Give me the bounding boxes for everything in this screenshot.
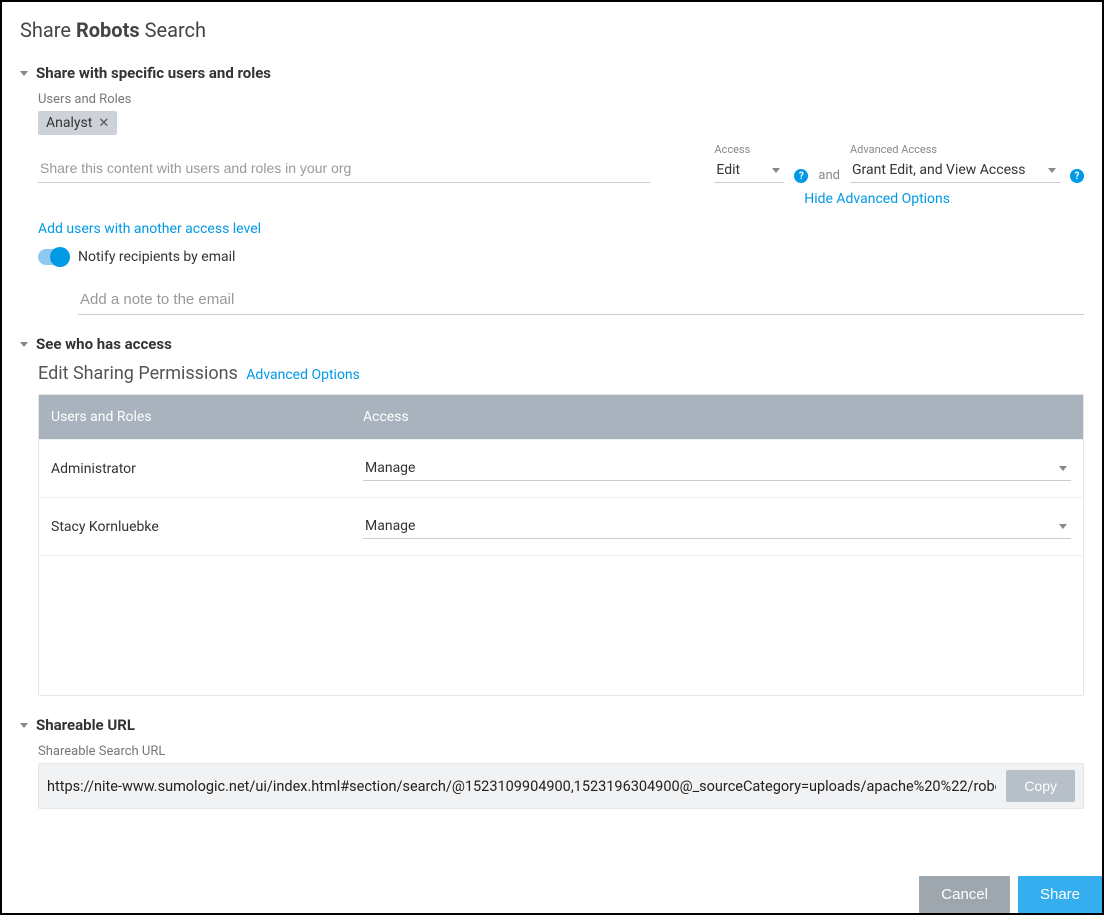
access-select[interactable]: Edit — [714, 158, 784, 183]
help-icon[interactable]: ? — [794, 169, 808, 183]
advanced-access-value: Grant Edit, and View Access — [852, 162, 1025, 178]
add-users-link[interactable]: Add users with another access level — [38, 221, 261, 237]
chevron-down-icon — [1059, 524, 1067, 529]
cancel-button[interactable]: Cancel — [919, 876, 1010, 913]
hide-advanced-link[interactable]: Hide Advanced Options — [804, 191, 950, 207]
users-roles-label: Users and Roles — [38, 92, 1084, 107]
section-share-body: Users and Roles Analyst ✕ Access Edit — [20, 92, 1084, 315]
section-share: Share with specific users and roles User… — [20, 64, 1084, 315]
permissions-table: Users and Roles Access Administrator Man… — [38, 394, 1084, 696]
caret-down-icon — [20, 71, 28, 76]
title-prefix: Share — [20, 18, 76, 42]
section-url-heading: Shareable URL — [36, 716, 135, 734]
section-url-header[interactable]: Shareable URL — [20, 716, 1084, 734]
section-share-heading: Share with specific users and roles — [36, 64, 271, 82]
table-row: Stacy Kornluebke Manage — [39, 497, 1083, 555]
advanced-access-label: Advanced Access — [850, 143, 1060, 156]
access-label: Access — [714, 143, 784, 156]
chip-row: Analyst ✕ — [38, 111, 1084, 135]
row-user: Administrator — [51, 461, 363, 477]
row-access-select[interactable]: Manage — [363, 456, 1071, 481]
chevron-down-icon — [772, 168, 780, 173]
note-input[interactable] — [78, 285, 1084, 315]
chip-analyst[interactable]: Analyst ✕ — [38, 111, 117, 135]
notify-row: Notify recipients by email — [38, 249, 1084, 265]
access-value: Edit — [716, 162, 740, 178]
title-suffix: Search — [140, 18, 206, 42]
table-row: Administrator Manage — [39, 439, 1083, 497]
share-row: Access Edit ? and Advanced Access Grant … — [38, 143, 1084, 183]
share-dialog: Share Robots Search Share with specific … — [0, 0, 1104, 915]
col-header-access: Access — [363, 409, 1071, 425]
title-name: Robots — [76, 18, 140, 42]
caret-down-icon — [20, 342, 28, 347]
row-access-select[interactable]: Manage — [363, 514, 1071, 539]
advanced-options-link[interactable]: Advanced Options — [246, 367, 360, 383]
share-input[interactable] — [38, 154, 650, 183]
dialog-title: Share Robots Search — [20, 18, 1084, 42]
section-access-heading: See who has access — [36, 335, 172, 353]
access-block: Access Edit — [714, 143, 784, 183]
url-box: https://nite-www.sumologic.net/ui/index.… — [38, 763, 1084, 809]
row-user: Stacy Kornluebke — [51, 519, 363, 535]
advanced-access-block: Advanced Access Grant Edit, and View Acc… — [850, 143, 1060, 183]
chevron-down-icon — [1059, 466, 1067, 471]
section-share-header[interactable]: Share with specific users and roles — [20, 64, 1084, 82]
row-access-value: Manage — [365, 518, 415, 534]
section-url-body: Shareable Search URL https://nite-www.su… — [20, 744, 1084, 809]
notify-toggle[interactable] — [38, 249, 68, 265]
copy-button[interactable]: Copy — [1006, 770, 1075, 802]
caret-down-icon — [20, 723, 28, 728]
help-icon[interactable]: ? — [1070, 169, 1084, 183]
access-controls: Access Edit ? and Advanced Access Grant … — [714, 143, 1084, 183]
permissions-table-header: Users and Roles Access — [39, 395, 1083, 439]
edit-permissions-heading: Edit Sharing Permissions Advanced Option… — [38, 363, 1084, 384]
url-value[interactable]: https://nite-www.sumologic.net/ui/index.… — [47, 778, 996, 795]
col-header-user: Users and Roles — [51, 409, 363, 425]
section-access: See who has access Edit Sharing Permissi… — [20, 335, 1084, 696]
advanced-access-select[interactable]: Grant Edit, and View Access — [850, 158, 1060, 183]
chevron-down-icon — [1048, 168, 1056, 173]
dialog-footer: Cancel Share — [2, 876, 1102, 913]
share-button[interactable]: Share — [1018, 876, 1102, 913]
section-url: Shareable URL Shareable Search URL https… — [20, 716, 1084, 809]
table-empty-area — [39, 555, 1083, 695]
row-access-value: Manage — [365, 460, 415, 476]
url-label: Shareable Search URL — [38, 744, 1084, 759]
chip-remove-icon[interactable]: ✕ — [98, 116, 109, 131]
and-text: and — [818, 168, 840, 183]
section-access-body: Edit Sharing Permissions Advanced Option… — [20, 363, 1084, 696]
notify-label: Notify recipients by email — [78, 249, 235, 265]
section-access-header[interactable]: See who has access — [20, 335, 1084, 353]
chip-label: Analyst — [46, 115, 92, 131]
